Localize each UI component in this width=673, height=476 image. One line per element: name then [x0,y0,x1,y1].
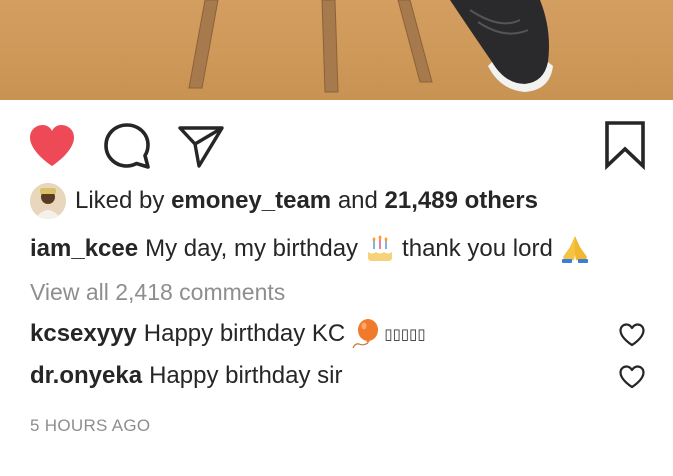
comment-icon[interactable] [102,122,152,170]
post-caption: iam_kcee My day, my birthday thank you l… [30,233,597,265]
comment-item: kcsexyyy Happy birthday KC ▯▯▯▯▯ [30,318,426,350]
caption-text-2: thank you lord [402,235,553,262]
liked-by-user[interactable]: emoney_team [171,187,331,214]
liker-avatar[interactable] [30,183,66,219]
comment-username[interactable]: dr.onyeka [30,362,142,390]
heart-filled-icon[interactable] [28,124,76,168]
caption-text-1: My day, my birthday [145,235,359,262]
likes-row[interactable]: Liked by emoney_team and 21,489 others [30,182,538,220]
view-all-comments-link[interactable]: View all 2,418 comments [30,279,285,306]
balloon-icon [352,319,379,349]
caption-username[interactable]: iam_kcee [30,235,138,263]
bookmark-icon[interactable] [602,120,648,170]
liked-others-count[interactable]: 21,489 others [385,187,538,214]
post-image[interactable] [0,0,673,100]
share-icon[interactable] [176,122,226,170]
post-timestamp: 5 HOURS AGO [30,416,151,435]
comment-unsupported-emoji: ▯▯▯▯▯ [384,325,426,343]
comment-item: dr.onyeka Happy birthday sir [30,362,342,390]
comment-text: Happy birthday sir [149,362,343,389]
comment-username[interactable]: kcsexyyy [30,320,137,348]
heart-outline-icon[interactable] [619,365,645,389]
birthday-cake-icon [368,235,393,261]
liked-by-prefix: Liked by [75,187,165,214]
praying-hands-icon [561,236,588,263]
heart-outline-icon[interactable] [619,323,645,347]
comment-text: Happy birthday KC [143,320,346,347]
post-image-art [188,0,553,93]
avatar-image [30,183,66,219]
post-action-bar [0,118,673,174]
liked-and: and [337,187,378,214]
